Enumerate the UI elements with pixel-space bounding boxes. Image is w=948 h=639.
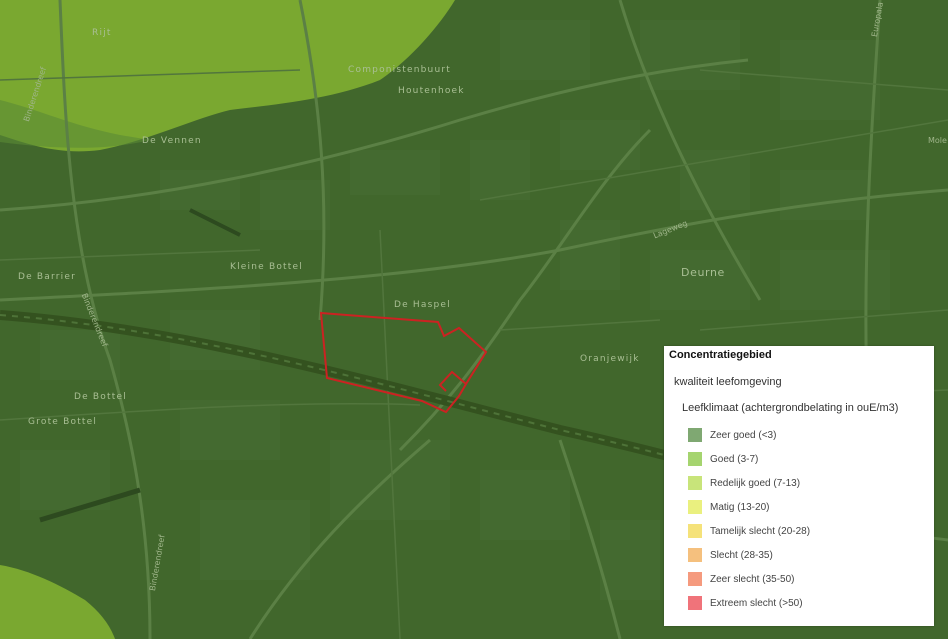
legend-item: Tamelijk slecht (20-28)	[688, 524, 810, 538]
legend-item-label: Goed (3-7)	[710, 453, 759, 465]
place-label-houtenhoek: Houtenhoek	[398, 86, 465, 96]
place-label-componistenbuurt: Componistenbuurt	[348, 65, 451, 75]
legend-item-label: Tamelijk slecht (20-28)	[710, 525, 811, 537]
legend-swatch	[688, 572, 702, 586]
legend-swatch	[688, 452, 702, 466]
legend-swatch	[688, 548, 702, 562]
place-label-de-haspel: De Haspel	[394, 300, 451, 310]
legend-title: Concentratiegebied	[669, 349, 772, 361]
legend-item: Slecht (28-35)	[688, 548, 773, 562]
legend-item-label: Redelijk goed (7-13)	[710, 477, 801, 489]
legend-item: Zeer slecht (35-50)	[688, 572, 794, 586]
place-label-de-vennen: De Vennen	[142, 136, 202, 146]
legend-item-label: Slecht (28-35)	[710, 549, 773, 561]
legend-layer-name: kwaliteit leefomgeving	[674, 376, 782, 388]
legend-item: Zeer goed (<3)	[688, 428, 776, 442]
place-label-deurne: Deurne	[681, 266, 725, 279]
place-label-kleine-bottel: Kleine Bottel	[230, 262, 303, 272]
legend-sublayer-name: Leefklimaat (achtergrondbelating in ouE/…	[682, 402, 899, 414]
place-label-de-bottel: De Bottel	[74, 392, 127, 402]
legend-swatch	[688, 500, 702, 514]
legend-item-label: Extreem slecht (>50)	[710, 597, 803, 609]
legend-swatch	[688, 476, 702, 490]
legend-item: Redelijk goed (7-13)	[688, 476, 800, 490]
legend-swatch	[688, 596, 702, 610]
legend-item: Goed (3-7)	[688, 452, 758, 466]
legend-item-label: Zeer goed (<3)	[710, 429, 777, 441]
place-label-oranjewijk: Oranjewijk	[580, 354, 640, 364]
legend-item: Extreem slecht (>50)	[688, 596, 803, 610]
legend-swatch	[688, 524, 702, 538]
legend-item: Matig (13-20)	[688, 500, 769, 514]
legend-item-label: Matig (13-20)	[710, 501, 770, 513]
legend-panel: Concentratiegebied kwaliteit leefomgevin…	[664, 346, 934, 626]
place-label-de-barrier: De Barrier	[18, 272, 76, 282]
legend-item-label: Zeer slecht (35-50)	[710, 573, 795, 585]
street-label-mole: Mole	[928, 136, 947, 145]
place-label-rijt: Rijt	[92, 28, 112, 38]
legend-swatch	[688, 428, 702, 442]
place-label-grote-bottel: Grote Bottel	[28, 417, 98, 427]
